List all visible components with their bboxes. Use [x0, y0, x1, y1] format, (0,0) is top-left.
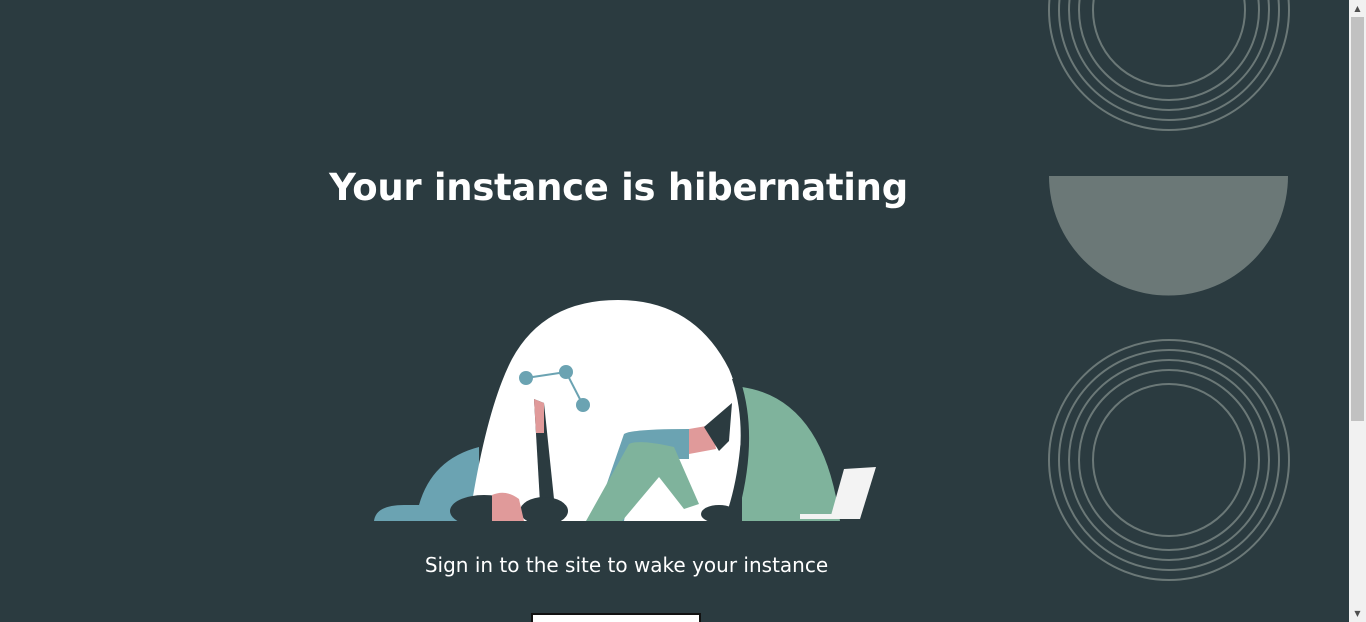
sign-in-button[interactable] — [531, 613, 701, 622]
laptop-shape — [830, 467, 876, 519]
concentric-rings-icon — [1048, 0, 1290, 131]
scroll-up-arrow-icon[interactable]: ▲ — [1349, 0, 1366, 17]
green-hill-shape — [742, 387, 840, 521]
hibernation-page: Your instance is hibernating Sign in to … — [0, 0, 1366, 622]
laptop-base-shape — [800, 514, 860, 519]
hibernating-illustration-icon — [374, 300, 876, 521]
scrollbar-thumb[interactable] — [1351, 17, 1364, 421]
concentric-rings-icon — [1048, 339, 1290, 581]
vertical-scrollbar[interactable]: ▲ ▼ — [1349, 0, 1366, 622]
half-circle-icon — [1049, 176, 1288, 296]
scroll-down-arrow-icon[interactable]: ▼ — [1349, 605, 1366, 622]
